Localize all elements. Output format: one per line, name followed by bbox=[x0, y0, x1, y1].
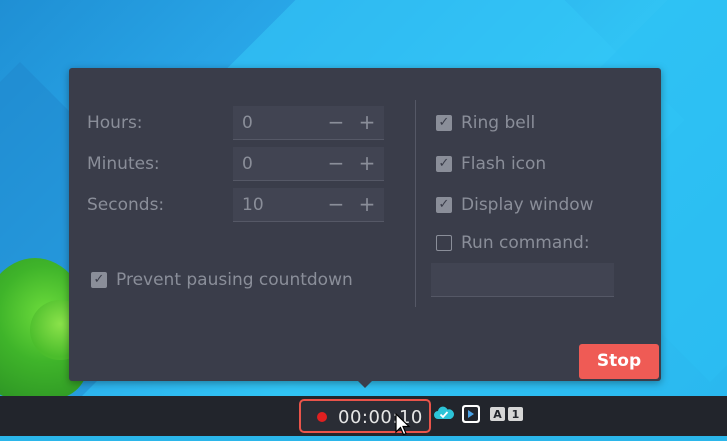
prevent-pausing-label: Prevent pausing countdown bbox=[116, 270, 353, 290]
display-window-checkbox[interactable]: ✓ bbox=[436, 197, 452, 213]
hours-label: Hours: bbox=[87, 113, 143, 133]
run-command-label: Run command: bbox=[461, 233, 590, 253]
minutes-increment-button[interactable]: + bbox=[356, 150, 378, 176]
display-window-checkbox-row[interactable]: ✓ Display window bbox=[436, 193, 594, 217]
keyboard-layout-icon[interactable]: A 1 bbox=[489, 404, 525, 428]
stop-button[interactable]: Stop bbox=[579, 344, 659, 379]
seconds-increment-button[interactable]: + bbox=[356, 191, 378, 217]
mouse-cursor-icon bbox=[395, 412, 413, 441]
display-window-label: Display window bbox=[461, 195, 594, 215]
minutes-decrement-button[interactable]: − bbox=[325, 150, 347, 176]
minutes-value[interactable]: 0 bbox=[242, 154, 253, 174]
prevent-pausing-checkbox-row[interactable]: ✓ Prevent pausing countdown bbox=[91, 268, 353, 292]
cloud-check-icon[interactable] bbox=[433, 404, 455, 428]
hours-increment-button[interactable]: + bbox=[356, 109, 378, 135]
hours-spinbox[interactable]: 0 − + bbox=[233, 106, 384, 140]
flash-icon-checkbox[interactable]: ✓ bbox=[436, 156, 452, 172]
svg-text:A: A bbox=[493, 408, 502, 421]
hours-value[interactable]: 0 bbox=[242, 113, 253, 133]
ring-bell-label: Ring bell bbox=[461, 113, 536, 133]
panel-divider bbox=[415, 100, 416, 307]
dropbox-icon[interactable] bbox=[461, 404, 481, 428]
minutes-spinbox[interactable]: 0 − + bbox=[233, 147, 384, 181]
run-command-input[interactable] bbox=[431, 263, 614, 297]
ring-bell-checkbox-row[interactable]: ✓ Ring bell bbox=[436, 111, 535, 135]
seconds-value[interactable]: 10 bbox=[242, 195, 264, 215]
record-dot-icon bbox=[317, 412, 327, 422]
svg-text:1: 1 bbox=[512, 408, 520, 421]
flash-icon-label: Flash icon bbox=[461, 154, 547, 174]
flash-icon-checkbox-row[interactable]: ✓ Flash icon bbox=[436, 152, 546, 176]
popup-pointer bbox=[358, 381, 372, 388]
seconds-decrement-button[interactable]: − bbox=[325, 191, 347, 217]
prevent-pausing-checkbox[interactable]: ✓ bbox=[91, 272, 107, 288]
seconds-spinbox[interactable]: 10 − + bbox=[233, 188, 384, 222]
run-command-checkbox[interactable]: ✓ bbox=[436, 235, 452, 251]
ring-bell-checkbox[interactable]: ✓ bbox=[436, 115, 452, 131]
hours-decrement-button[interactable]: − bbox=[325, 109, 347, 135]
run-command-checkbox-row[interactable]: ✓ Run command: bbox=[436, 231, 590, 255]
seconds-label: Seconds: bbox=[87, 195, 165, 215]
minutes-label: Minutes: bbox=[87, 154, 160, 174]
